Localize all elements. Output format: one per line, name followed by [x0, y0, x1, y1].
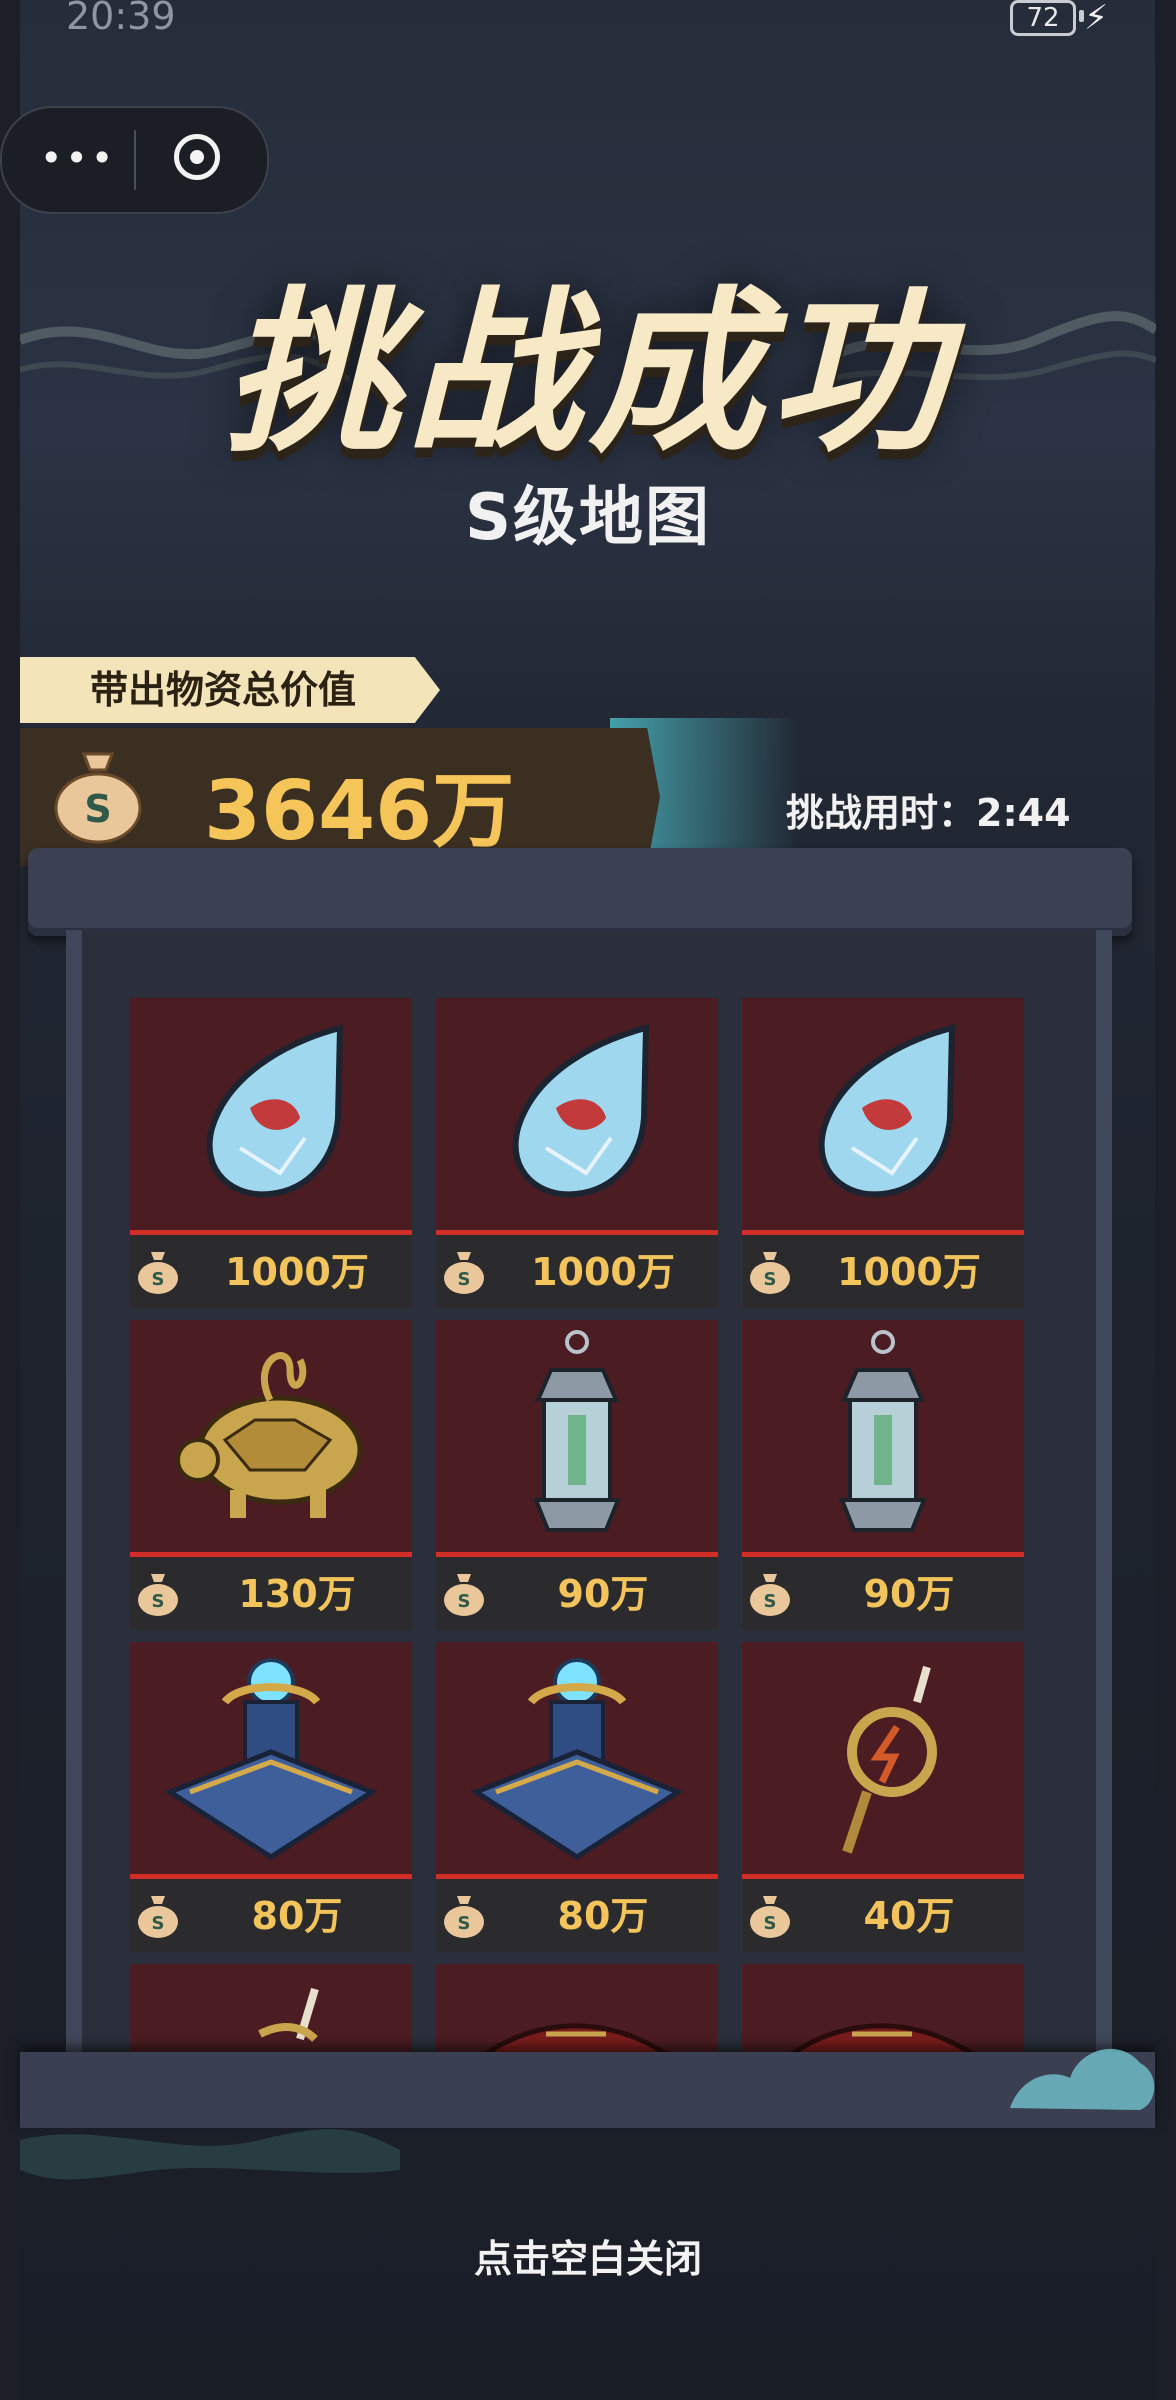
item-card[interactable]: [130, 1964, 412, 2058]
money-bag-icon: S: [444, 1252, 484, 1294]
item-grid: S 1000万 S 1000万 S 1000万 S 130万 S 90万 S 9…: [130, 998, 1024, 2058]
mini-program-capsule: •••: [0, 106, 269, 214]
board-top-bar: [28, 848, 1132, 936]
red-relic-icon: [789, 2023, 975, 2058]
challenge-time: 挑战用时：2:44: [786, 791, 1071, 835]
svg-text:S: S: [764, 1269, 777, 1290]
svg-text:S: S: [764, 1913, 777, 1934]
lantern-icon: [839, 1330, 927, 1532]
item-price: 90万: [557, 1572, 649, 1616]
money-bag-icon: S: [444, 1896, 484, 1938]
svg-text:S: S: [458, 1913, 471, 1934]
money-bag-icon: S: [750, 1252, 790, 1294]
crystal-shard-icon: [818, 1024, 956, 1198]
page-title: 挑战成功: [223, 271, 952, 476]
money-bag-icon: S: [138, 1574, 178, 1616]
money-bag-icon: S: [750, 1896, 790, 1938]
svg-text:S: S: [458, 1269, 471, 1290]
map-grade: S级地图: [464, 481, 712, 555]
item-price: 80万: [251, 1894, 343, 1938]
item-card[interactable]: [742, 1964, 1024, 2058]
item-price: 1000万: [225, 1250, 369, 1294]
crystal-shard-icon: [206, 1024, 344, 1198]
svg-text:S: S: [152, 1591, 165, 1612]
item-price: 1000万: [531, 1250, 675, 1294]
item-card[interactable]: S 1000万: [742, 998, 1024, 1308]
item-price: 90万: [863, 1572, 955, 1616]
item-card[interactable]: S 90万: [436, 1320, 718, 1630]
item-price: 80万: [557, 1894, 649, 1938]
item-price: 130万: [238, 1572, 356, 1616]
scepter-icon: [258, 1987, 319, 2043]
svg-text:S: S: [764, 1591, 777, 1612]
more-dots-icon[interactable]: •••: [40, 138, 116, 178]
svg-text:S: S: [152, 1269, 165, 1290]
total-label: 带出物资总价值: [20, 657, 440, 723]
item-card[interactable]: [436, 1964, 718, 2058]
item-card[interactable]: S 80万: [436, 1642, 718, 1952]
money-bag-icon: S: [444, 1574, 484, 1616]
lightning-scepter-icon: [842, 1665, 937, 1854]
crystal-shard-icon: [512, 1024, 650, 1198]
status-time: 20:39: [66, 0, 176, 38]
total-label-banner: 带出物资总价值: [20, 657, 445, 723]
money-bag-icon: S: [138, 1896, 178, 1938]
charging-bolt-icon: ⚡: [1084, 0, 1108, 38]
svg-text:S: S: [84, 787, 111, 831]
crystal-altar-icon: [470, 1658, 684, 1860]
money-bag-icon: S: [138, 1252, 178, 1294]
item-price: 40万: [863, 1894, 955, 1938]
cloud-decoration: [1010, 2048, 1155, 2110]
item-card[interactable]: S 1000万: [436, 998, 718, 1308]
total-value: 3646万: [204, 764, 515, 859]
item-price: 1000万: [837, 1250, 981, 1294]
lantern-icon: [533, 1330, 621, 1532]
mist-decoration: [20, 2129, 400, 2180]
red-relic-icon: [483, 2023, 669, 2058]
svg-text:S: S: [458, 1591, 471, 1612]
item-card[interactable]: S 40万: [742, 1642, 1024, 1952]
money-bag-icon: S: [750, 1574, 790, 1616]
item-card[interactable]: S 1000万: [130, 998, 412, 1308]
crystal-altar-icon: [164, 1658, 378, 1860]
battery-icon: 72: [1010, 0, 1076, 36]
target-circle-icon[interactable]: [174, 134, 220, 180]
svg-text:S: S: [152, 1913, 165, 1934]
money-bag-icon: S: [54, 752, 142, 844]
golden-turtle-icon: [176, 1352, 363, 1518]
close-hint[interactable]: 点击空白关闭: [0, 2228, 1176, 2283]
item-card[interactable]: S 90万: [742, 1320, 1024, 1630]
capsule-divider: [134, 130, 136, 190]
item-card[interactable]: S 130万: [130, 1320, 412, 1630]
item-card[interactable]: S 80万: [130, 1642, 412, 1952]
